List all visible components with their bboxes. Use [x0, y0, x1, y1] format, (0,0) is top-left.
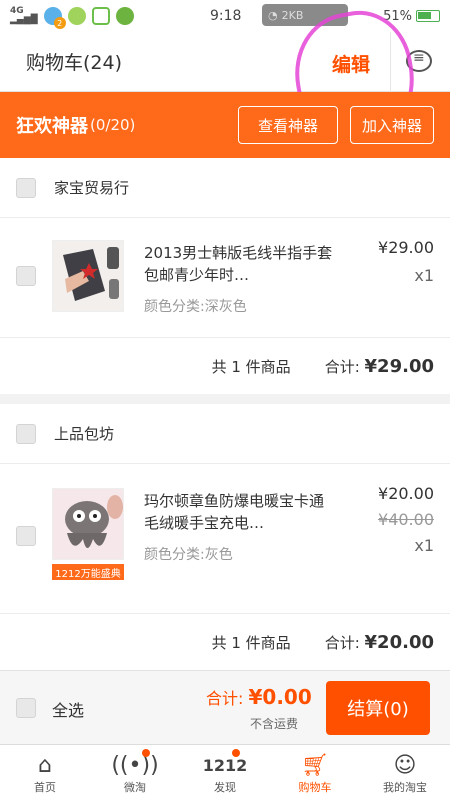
message-icon[interactable] [406, 50, 432, 72]
notify-count-badge: 2 [53, 17, 66, 29]
item-count: 共 1 件商品 [211, 357, 291, 376]
item-count: 共 1 件商品 [211, 633, 291, 652]
wifi-icon: ◔ [268, 8, 278, 22]
network-signal-icon: 4G ▂▄▆█ [10, 6, 38, 25]
app-notify-icon: 2 [43, 7, 66, 29]
shop-checkbox[interactable] [16, 177, 36, 198]
shop-card-1: 家宝贸易行 2013男士韩版毛线半指手套包邮青少年时… 颜色分类:深灰色 ¥29… [0, 158, 450, 394]
tab-label: 发现 [214, 781, 236, 794]
shop-total-value: ¥20.00 [364, 631, 434, 653]
tab-home[interactable]: ⌂ 首页 [0, 745, 90, 800]
add-tools-button[interactable]: 加入神器 [350, 106, 434, 144]
bottom-tab-bar: ⌂ 首页 ((•)) 微淘 1212 发现 🛒︎ 购物车 ☺ 我的淘宝 [0, 744, 450, 800]
tab-cart[interactable]: 🛒︎ 购物车 [270, 745, 360, 800]
checkout-total-label: 合计: [206, 689, 244, 708]
shipping-note: 不含运费 [250, 717, 299, 731]
home-icon: ⌂ [38, 752, 52, 778]
product-qty: x1 [414, 266, 434, 285]
tab-discover[interactable]: 1212 发现 [180, 745, 270, 800]
header-divider [390, 32, 391, 92]
tab-label: 微淘 [124, 781, 146, 794]
shop-total: 合计: ¥20.00 [325, 632, 434, 653]
tab-label: 首页 [34, 781, 56, 794]
battery-percent: 51% [383, 8, 412, 24]
data-speed-pill: ◔ 2KB [262, 4, 348, 26]
select-all-label[interactable]: 全选 [52, 697, 84, 721]
page-title: 购物车(24) [26, 52, 123, 74]
select-all-checkbox[interactable] [16, 698, 36, 718]
checkout-bar: 全选 合计: ¥0.00 不含运费 结算(0) [0, 670, 450, 744]
item-checkbox[interactable] [16, 526, 36, 546]
tab-my-taobao[interactable]: ☺ 我的淘宝 [360, 745, 450, 800]
ticket-icon [115, 7, 134, 25]
banner-title: 狂欢神器 [16, 116, 88, 137]
checkout-total: 合计: ¥0.00 [206, 685, 312, 709]
status-right: 51% [383, 9, 440, 24]
shop-total-value: ¥29.00 [364, 355, 434, 377]
product-image[interactable] [52, 488, 124, 560]
shop-summary: 共 1 件商品 合计: ¥20.00 [0, 614, 450, 670]
notification-dot [142, 749, 150, 757]
banner-count: (0/20) [90, 116, 136, 134]
promo-banner: 狂欢神器 (0/20) 查看神器 加入神器 [0, 92, 450, 158]
glove-image [53, 241, 123, 311]
shop-name[interactable]: 家宝贸易行 [54, 177, 129, 198]
product-title[interactable]: 2013男士韩版毛线半指手套包邮青少年时… [144, 242, 334, 286]
cart-icon: 🛒︎ [301, 752, 329, 778]
shop-total-label: 合计: [324, 357, 360, 376]
product-spec: 颜色分类:灰色 [144, 547, 233, 563]
product-price: ¥20.00 [378, 484, 434, 503]
shop-total-label: 合计: [324, 633, 360, 652]
original-price: ¥40.00 [378, 510, 434, 529]
status-bar: 4G ▂▄▆█ 2 9:18 ◔ 2KB 51% [0, 0, 450, 32]
view-tools-button[interactable]: 查看神器 [238, 106, 338, 144]
product-title[interactable]: 玛尔顿章鱼防爆电暖宝卡通毛绒暖手宝充电… [144, 490, 334, 534]
product-qty: x1 [414, 536, 434, 555]
item-checkbox[interactable] [16, 266, 36, 286]
shop-checkbox[interactable] [16, 423, 36, 444]
cart-item[interactable]: 2013男士韩版毛线半指手套包邮青少年时… 颜色分类:深灰色 ¥29.00 x1 [0, 218, 450, 338]
status-left: 4G ▂▄▆█ 2 [10, 6, 134, 29]
cart-item[interactable]: 1212万能盛典 玛尔顿章鱼防爆电暖宝卡通毛绒暖手宝充电… 颜色分类:灰色 ¥2… [0, 464, 450, 614]
checkout-total-value: ¥0.00 [248, 685, 312, 709]
shield-icon [91, 7, 110, 25]
cart-header: 购物车(24) 编辑 [0, 32, 450, 92]
promo-tag: 1212万能盛典 [52, 564, 124, 580]
tab-weitao[interactable]: ((•)) 微淘 [90, 745, 180, 800]
shop-header: 家宝贸易行 [0, 158, 450, 218]
shop-header: 上品包坊 [0, 404, 450, 464]
shop-card-2: 上品包坊 1212万能盛典 玛尔顿章鱼防爆电暖宝卡通毛绒暖手宝充电… 颜色分类:… [0, 404, 450, 670]
shop-summary: 共 1 件商品 合计: ¥29.00 [0, 338, 450, 394]
tab-label: 购物车 [298, 781, 332, 794]
tab-label: 我的淘宝 [383, 781, 427, 794]
status-time: 9:18 [210, 8, 242, 24]
profile-icon: ☺ [393, 752, 417, 778]
edit-button[interactable]: 编辑 [332, 50, 370, 77]
product-price: ¥29.00 [378, 238, 434, 257]
app-green-icon [67, 7, 86, 25]
shop-name[interactable]: 上品包坊 [54, 423, 114, 444]
product-image[interactable] [52, 240, 124, 312]
octopus-warmer-image [53, 489, 123, 559]
shop-total: 合计: ¥29.00 [325, 356, 434, 377]
product-spec: 颜色分类:深灰色 [144, 299, 247, 315]
battery-icon [416, 10, 440, 22]
checkout-button[interactable]: 结算(0) [326, 681, 430, 735]
data-speed-text: 2KB [281, 8, 304, 22]
notification-dot [232, 749, 240, 757]
network-type: 4G [10, 6, 24, 16]
